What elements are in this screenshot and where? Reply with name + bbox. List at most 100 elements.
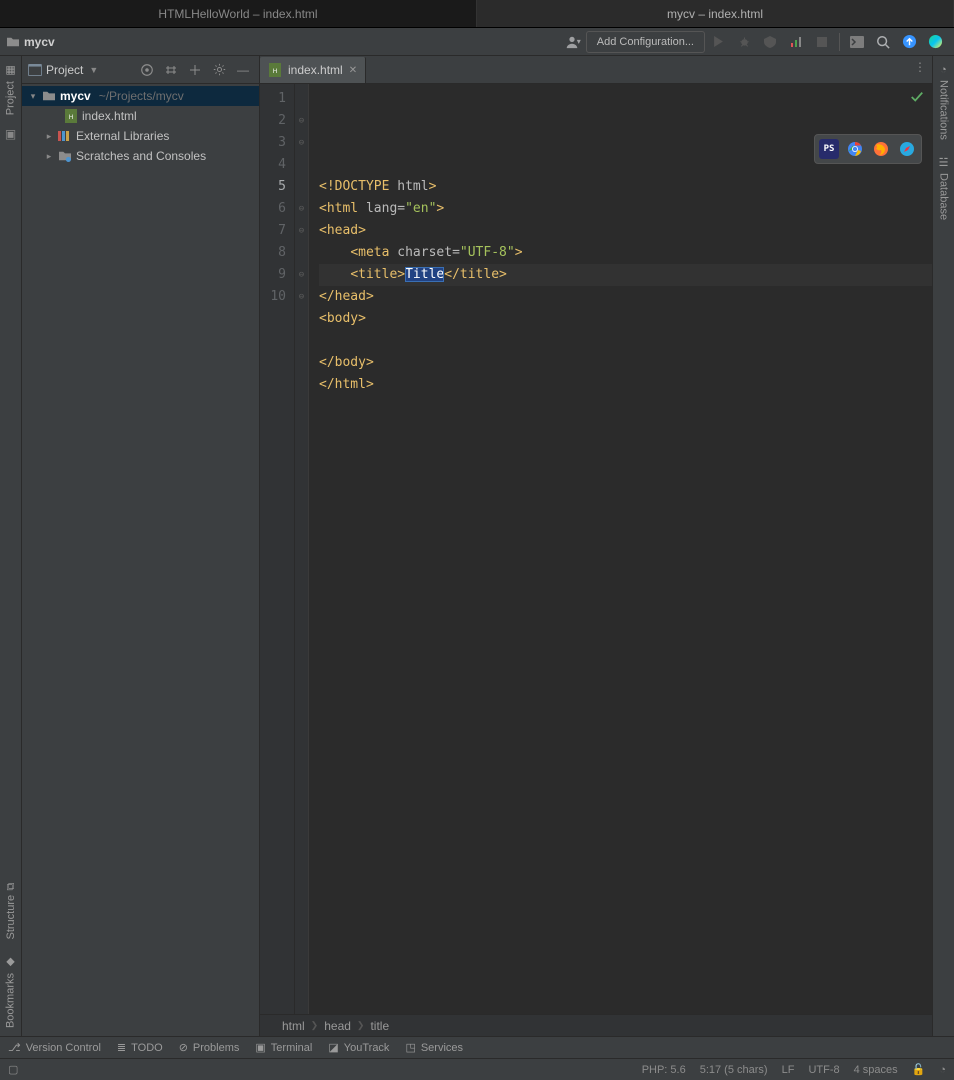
collapse-all-icon[interactable] (185, 60, 205, 80)
code-area[interactable]: PS <!DOCTYPE html><html lang="en"><head>… (309, 84, 932, 1014)
window-tab-1[interactable]: HTMLHelloWorld – index.html (0, 0, 477, 27)
editor-body[interactable]: 12345678910 ⊖⊖⊖⊖⊖⊖ PS <!DOCTYPE html><ht… (260, 84, 932, 1014)
collapse-arrow-icon[interactable]: ▸ (44, 131, 54, 142)
update-button[interactable] (898, 31, 920, 53)
gutter-tab-database[interactable]: ☱Database (937, 156, 950, 220)
terminal-icon: ▣ (255, 1041, 265, 1054)
commit-panel-icon[interactable]: ▣ (5, 127, 16, 141)
expand-arrow-icon[interactable]: ▾ (28, 91, 38, 102)
safari-icon[interactable] (897, 139, 917, 159)
inspection-ok-icon[interactable] (910, 90, 924, 104)
bottom-tool-bar: ⎇Version Control ≣TODO ⊘Problems ▣Termin… (0, 1036, 954, 1058)
project-tool-window: Project ▼ — ▾ mycv ~/Projects/mycv H ind… (22, 56, 260, 1036)
tree-root[interactable]: ▾ mycv ~/Projects/mycv (22, 86, 259, 106)
close-tab-icon[interactable]: ✕ (349, 65, 357, 76)
html-file-icon: H (64, 109, 78, 123)
gutter-tab-bookmarks[interactable]: Bookmarks◆ (4, 956, 17, 1028)
problems-tab[interactable]: ⊘Problems (179, 1041, 240, 1054)
run-button[interactable] (707, 31, 729, 53)
gutter-tab-structure[interactable]: Structure⧉ (5, 883, 17, 940)
memory-indicator-icon[interactable]: ◔ (939, 1064, 946, 1076)
breadcrumb-item[interactable]: head (324, 1019, 351, 1033)
svg-text:H: H (69, 115, 73, 121)
svg-text:H: H (273, 69, 277, 75)
tree-external-libs[interactable]: ▸ External Libraries (22, 126, 259, 146)
chevron-down-icon: ▼ (89, 65, 98, 75)
services-icon: ◳ (405, 1041, 415, 1054)
run-anything-icon[interactable] (846, 31, 868, 53)
version-control-tab[interactable]: ⎇Version Control (8, 1041, 101, 1054)
window-tab-2[interactable]: mycv – index.html (477, 0, 954, 27)
list-icon: ≣ (117, 1041, 126, 1054)
tree-file[interactable]: H index.html (22, 106, 259, 126)
title-bar: HTMLHelloWorld – index.html mycv – index… (0, 0, 954, 28)
profiler-button[interactable] (785, 31, 807, 53)
add-configuration-button[interactable]: Add Configuration... (586, 31, 705, 53)
services-tab[interactable]: ◳Services (405, 1041, 463, 1054)
terminal-tab[interactable]: ▣Terminal (255, 1041, 312, 1054)
firefox-icon[interactable] (871, 139, 891, 159)
editor-tabs: H index.html ✕ ⋮ (260, 56, 932, 84)
hide-panel-icon[interactable]: — (233, 60, 253, 80)
debug-button[interactable] (733, 31, 755, 53)
project-root-path: ~/Projects/mycv (99, 89, 184, 103)
youtrack-tab[interactable]: ◪YouTrack (328, 1041, 389, 1054)
folder-icon (6, 36, 20, 48)
tree-scratches[interactable]: ▸ Scratches and Consoles (22, 146, 259, 166)
window-tab-1-label: HTMLHelloWorld – index.html (158, 7, 317, 21)
chrome-icon[interactable] (845, 139, 865, 159)
readonly-lock-icon[interactable]: 🔓 (912, 1063, 926, 1076)
project-panel-icon: ▦ (4, 64, 17, 77)
breadcrumb-item[interactable]: html (282, 1019, 305, 1033)
coverage-button[interactable] (759, 31, 781, 53)
libraries-icon (58, 129, 72, 143)
collapse-arrow-icon[interactable]: ▸ (44, 151, 54, 162)
ide-features-icon[interactable] (924, 31, 946, 53)
warning-icon: ⊘ (179, 1041, 188, 1054)
status-php[interactable]: PHP: 5.6 (642, 1064, 686, 1076)
tab-options-icon[interactable]: ⋮ (914, 60, 926, 74)
gutter-tab-project[interactable]: Project ▦ (4, 64, 17, 115)
expand-all-icon[interactable] (161, 60, 181, 80)
separator (839, 33, 840, 51)
breadcrumb-project: mycv (24, 35, 55, 49)
status-caret[interactable]: 5:17 (5 chars) (700, 1064, 768, 1076)
tool-window-quick-access-icon[interactable]: ▢ (8, 1063, 18, 1076)
status-line-separator[interactable]: LF (782, 1064, 795, 1076)
project-header-title[interactable]: Project ▼ (28, 63, 98, 77)
project-header: Project ▼ — (22, 56, 259, 84)
database-icon: ☱ (937, 156, 950, 169)
project-tree[interactable]: ▾ mycv ~/Projects/mycv H index.html ▸ Ex… (22, 84, 259, 1036)
status-bar: ▢ PHP: 5.6 5:17 (5 chars) LF UTF-8 4 spa… (0, 1058, 954, 1080)
breadcrumb[interactable]: mycv (6, 35, 55, 49)
youtrack-icon: ◪ (328, 1041, 338, 1054)
branch-icon: ⎇ (8, 1041, 21, 1054)
tree-file-name: index.html (82, 109, 137, 123)
line-number-gutter: 12345678910 (260, 84, 295, 1014)
todo-tab[interactable]: ≣TODO (117, 1041, 163, 1054)
stop-button[interactable] (811, 31, 833, 53)
main-area: Project ▦ ▣ Structure⧉ Bookmarks◆ Projec… (0, 56, 954, 1036)
fold-gutter: ⊖⊖⊖⊖⊖⊖ (295, 84, 309, 1014)
status-indent[interactable]: 4 spaces (854, 1064, 898, 1076)
open-in-browser-popup: PS (814, 134, 922, 164)
phpstorm-browser-icon[interactable]: PS (819, 139, 839, 159)
search-icon[interactable] (872, 31, 894, 53)
status-encoding[interactable]: UTF-8 (808, 1064, 839, 1076)
editor-tab-label: index.html (288, 63, 343, 77)
scratches-icon (58, 149, 72, 163)
settings-gear-icon[interactable] (209, 60, 229, 80)
bookmark-icon: ◆ (4, 956, 17, 969)
navigation-bar: mycv ▾ Add Configuration... (0, 28, 954, 56)
project-root-name: mycv (60, 89, 91, 103)
html-file-icon: H (268, 63, 282, 77)
breadcrumb-item[interactable]: title (370, 1019, 389, 1033)
gutter-tab-notifications[interactable]: ◔Notifications (938, 64, 950, 140)
folder-icon (42, 89, 56, 103)
user-icon[interactable]: ▾ (562, 31, 584, 53)
window-tab-2-label: mycv – index.html (667, 7, 763, 21)
editor-area: H index.html ✕ ⋮ 12345678910 ⊖⊖⊖⊖⊖⊖ PS <… (260, 56, 932, 1036)
select-opened-file-icon[interactable] (137, 60, 157, 80)
code-breadcrumbs[interactable]: html❯head❯title (260, 1014, 932, 1036)
editor-tab[interactable]: H index.html ✕ (260, 57, 366, 83)
